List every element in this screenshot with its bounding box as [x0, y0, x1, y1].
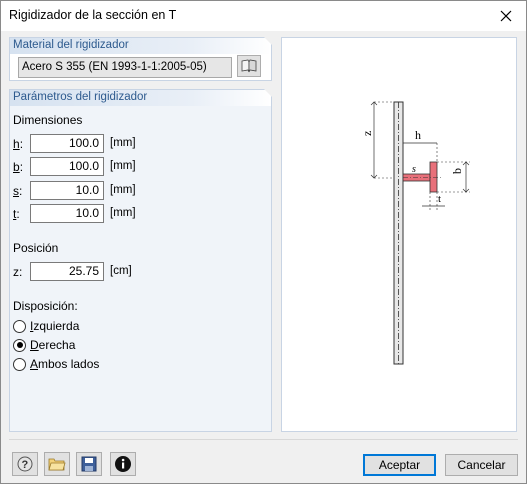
material-header: Material del rigidizador — [10, 37, 272, 54]
separator — [9, 439, 518, 440]
help-icon: ? — [17, 456, 33, 472]
parameters-header: Parámetros del rigidizador — [10, 89, 272, 106]
stiffener-flange — [429, 161, 438, 193]
close-icon — [500, 10, 512, 22]
open-folder-icon — [48, 458, 66, 471]
book-icon — [241, 59, 257, 73]
radio-button[interactable] — [13, 319, 26, 333]
radio-right[interactable]: Derecha — [13, 338, 75, 352]
material-group: Material del rigidizador Acero S 355 (EN… — [9, 37, 272, 81]
radio-left-label: Izquierda — [30, 319, 80, 333]
t-unit: [mm] — [110, 207, 136, 219]
b-dim-label: b — [450, 168, 464, 174]
info-icon — [115, 456, 131, 472]
h-unit: [mm] — [110, 137, 136, 149]
t-label: t: — [13, 207, 20, 221]
b-unit: [mm] — [110, 160, 136, 172]
radio-button-checked[interactable] — [13, 338, 26, 352]
save-button[interactable] — [76, 452, 102, 476]
s-label: s: — [13, 184, 23, 198]
h-input[interactable]: 100.0 — [30, 134, 104, 153]
h-dim-label: h — [415, 128, 421, 142]
save-icon — [81, 456, 97, 472]
open-button[interactable] — [44, 452, 70, 476]
z-dim-label: z — [360, 131, 374, 136]
h-label: h: — [13, 137, 24, 151]
svg-text:?: ? — [22, 459, 29, 471]
b-label: b: — [13, 160, 24, 174]
disposition-label: Disposición: — [13, 299, 78, 313]
radio-both[interactable]: Ambos lados — [13, 357, 99, 371]
parameters-group: Parámetros del rigidizador Dimensiones h… — [9, 89, 272, 432]
position-label: Posición — [13, 241, 59, 255]
title-bar: Rigidizador de la sección en T — [1, 1, 526, 31]
material-field[interactable]: Acero S 355 (EN 1993-1-1:2005-05) — [18, 57, 232, 78]
radio-right-label: Derecha — [30, 338, 76, 352]
dialog-window: Rigidizador de la sección en T Material … — [0, 0, 527, 484]
radio-button[interactable] — [13, 357, 26, 371]
t-input[interactable]: 10.0 — [30, 204, 104, 223]
radio-left[interactable]: Izquierda — [13, 319, 79, 333]
window-title: Rigidizador de la sección en T — [9, 8, 177, 22]
help-button[interactable]: ? — [12, 452, 38, 476]
accept-button[interactable]: Aceptar — [363, 454, 436, 476]
z-unit: [cm] — [110, 265, 132, 277]
b-input[interactable]: 100.0 — [30, 157, 104, 176]
radio-both-label: Ambos lados — [30, 357, 100, 371]
z-label: z: — [13, 265, 23, 279]
cancel-button[interactable]: Cancelar — [445, 454, 518, 476]
material-library-button[interactable] — [237, 55, 261, 77]
z-input[interactable]: 25.75 — [30, 262, 104, 281]
t-dim-label: t — [438, 193, 441, 205]
close-button[interactable] — [486, 1, 526, 31]
s-dim-label: s — [412, 164, 416, 175]
dimensions-label: Dimensiones — [13, 113, 83, 127]
s-unit: [mm] — [110, 184, 136, 196]
stiffener-diagram: z h s b t — [281, 37, 517, 432]
info-button[interactable] — [110, 452, 136, 476]
t-stiffener-drawing: z h s b t — [360, 101, 470, 365]
s-input[interactable]: 10.0 — [30, 181, 104, 200]
